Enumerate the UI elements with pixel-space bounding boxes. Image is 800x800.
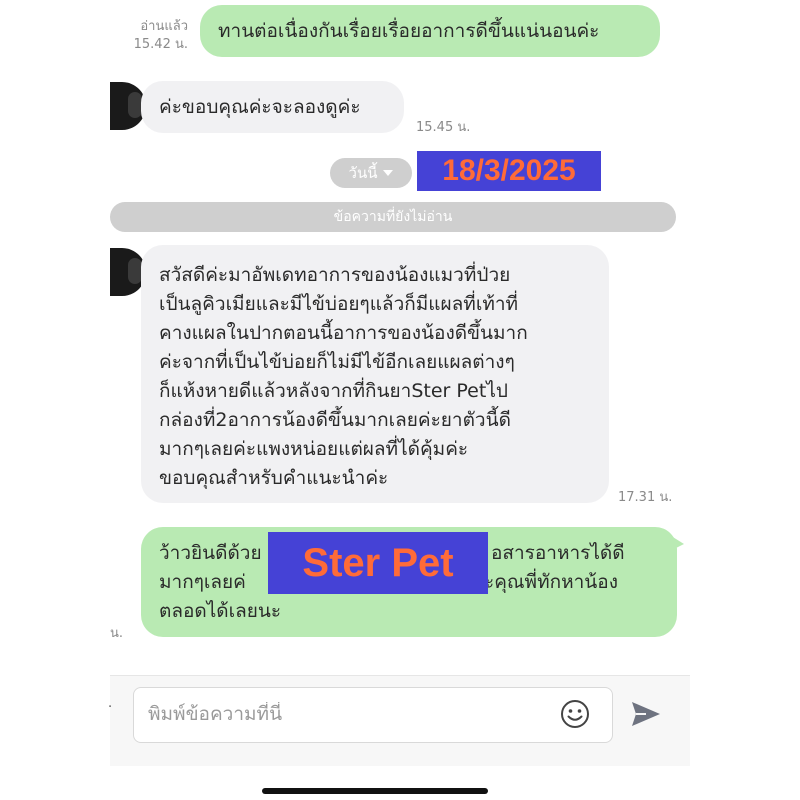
message-text: ว้าวยินดีด้วย (159, 542, 262, 564)
message-text: ค่ะขอบคุณค่ะจะลองดูค่ะ (159, 95, 361, 118)
read-label: อ่านแล้ว (140, 19, 188, 34)
send-arrow-icon[interactable] (630, 700, 662, 728)
date-separator[interactable]: วันนี้ (330, 158, 412, 188)
message-text: มากๆเลยค่ (159, 571, 246, 593)
message-line: คางแผลในปากตอนนี้อาการของน้องดีขึ้นมาก (159, 322, 528, 344)
message-line: สวัสดีค่ะมาอัพเดทอาการของน้องแมวที่ป่วย (159, 264, 511, 286)
unread-divider: ข้อความที่ยังไม่อ่าน (110, 202, 676, 232)
message-time: 15.45 น. (416, 120, 471, 135)
message-text: ตลอดได้เลยนะ (159, 600, 282, 622)
message-line: เป็นลูคิวเมียและมีไข้บ่อยๆแล้วก็มีแผลที่… (159, 293, 519, 315)
date-label: วันนี้ (348, 164, 378, 182)
incoming-message-bubble[interactable]: ค่ะขอบคุณค่ะจะลองดูค่ะ (141, 81, 404, 133)
message-text: ทานต่อเนื่องกันเรื่อยเรื่อยอาการดีขึ้นแน… (218, 19, 600, 42)
chevron-down-icon (383, 170, 394, 176)
brand-overlay: Ster Pet (268, 532, 488, 594)
message-time: น. (110, 626, 124, 641)
read-receipt: อ่านแล้ว 15.42 น. (118, 18, 188, 54)
message-line: กล่องที่2อาการน้องดีขึ้นมากเลยค่ะยาตัวนี… (159, 409, 511, 431)
message-line: ค่ะจากที่เป็นไข้บ่อยก็ไม่มีไข้อีกเลยแผลต… (159, 351, 515, 373)
toolbar-more-icon[interactable]: · (108, 700, 112, 715)
date-overlay: 18/3/2025 (417, 151, 601, 191)
incoming-message-bubble[interactable]: สวัสดีค่ะมาอัพเดทอาการของน้องแมวที่ป่วย … (141, 245, 609, 503)
message-input-container[interactable] (133, 687, 613, 743)
home-indicator (262, 788, 488, 794)
message-time: 17.31 น. (618, 490, 673, 505)
message-line: ก็แห้งหายดีแล้วหลังจากที่กินยาSter Petไป (159, 380, 508, 402)
message-input[interactable] (146, 702, 550, 726)
message-time: 15.42 น. (133, 37, 188, 52)
message-text: ะคุณพี่ทักหาน้อง (484, 571, 618, 593)
outgoing-message-bubble[interactable]: ทานต่อเนื่องกันเรื่อยเรื่อยอาการดีขึ้นแน… (200, 5, 660, 57)
message-line: มากๆเลยค่ะแพงหน่อยแต่ผลที่ได้คุ้มค่ะ (159, 438, 469, 460)
message-line: ขอบคุณสำหรับคำแนะนำค่ะ (159, 467, 389, 489)
message-text: อสารอาหารได้ดี (491, 542, 625, 564)
smiley-icon[interactable] (560, 699, 590, 729)
